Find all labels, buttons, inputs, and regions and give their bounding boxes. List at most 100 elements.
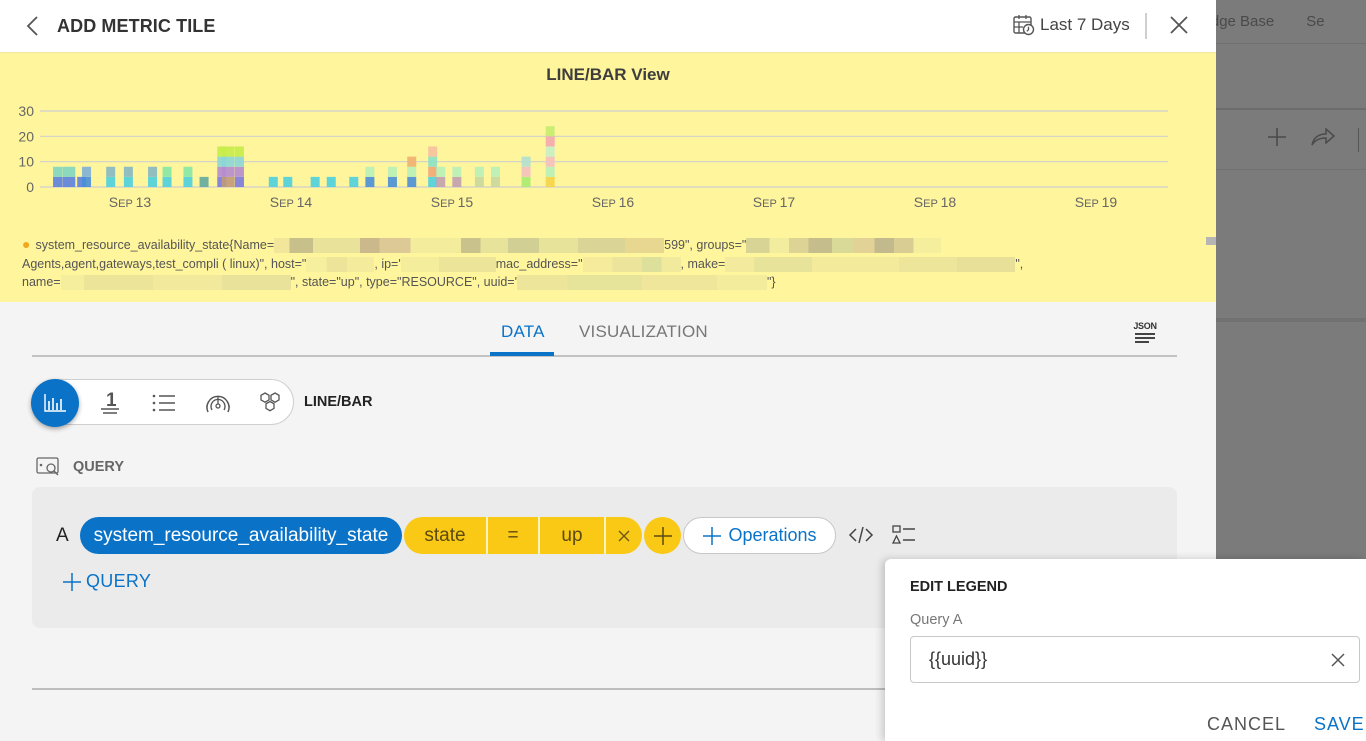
filter-operator[interactable]: = xyxy=(488,517,540,554)
bar-segment xyxy=(428,156,438,167)
plus-icon xyxy=(63,572,81,591)
operations-label: Operations xyxy=(728,525,817,545)
bar-segment xyxy=(521,166,531,177)
bar-chart-icon xyxy=(44,394,66,412)
legend-line-2: Agents,agent,gateways,test_compli ( linu… xyxy=(22,255,1172,274)
bar-segment xyxy=(365,176,375,187)
background-toolbar xyxy=(1216,110,1366,170)
filter-value[interactable]: up xyxy=(540,517,606,554)
bar-segment xyxy=(452,176,462,187)
selected-viz-label: LINE/BAR xyxy=(304,394,373,410)
json-line xyxy=(1135,337,1155,339)
bar-segment xyxy=(490,166,500,177)
bar-segment xyxy=(106,176,116,187)
json-line xyxy=(1135,341,1149,343)
query-search-icon xyxy=(36,457,59,476)
add-query-button[interactable]: QUERY xyxy=(62,571,151,592)
bar-segment xyxy=(545,166,555,177)
query-section-header: QUERY xyxy=(36,457,124,477)
bar-segment xyxy=(106,166,116,177)
bar-segment xyxy=(123,166,133,177)
bar-segment xyxy=(407,156,417,167)
bar-segment xyxy=(62,176,76,187)
filter-key[interactable]: state xyxy=(404,517,488,554)
bar-segment xyxy=(234,166,244,177)
bar-segment xyxy=(436,176,446,187)
remove-filter-button[interactable] xyxy=(606,517,642,554)
bar-segment xyxy=(82,176,92,187)
x-tick-label: SEP 17 xyxy=(753,194,796,210)
bar-segment xyxy=(183,166,193,177)
section-divider xyxy=(32,688,892,690)
bar-segment xyxy=(387,176,397,187)
redacted-value xyxy=(60,275,291,291)
viz-type-gauge[interactable] xyxy=(195,380,241,426)
json-line xyxy=(1135,333,1155,335)
query-section-title: QUERY xyxy=(73,459,125,475)
redacted-value xyxy=(306,256,375,272)
legend-input[interactable] xyxy=(911,637,1359,682)
legend-text: , ip=' xyxy=(374,256,401,271)
plus-icon xyxy=(653,526,672,545)
json-button[interactable]: JSON xyxy=(1132,321,1158,347)
y-tick-label: 10 xyxy=(18,154,34,170)
bar-segment xyxy=(62,166,76,177)
bar-segment xyxy=(452,166,462,177)
viz-type-list[interactable] xyxy=(141,380,187,426)
bar-segment xyxy=(268,176,278,187)
code-icon xyxy=(848,526,874,544)
bar-chart: 0 10 20 30 SEP 13 SEP 14 SEP 15 SEP 16 SEP 17 SEP… xyxy=(18,103,1168,210)
bar-segment xyxy=(310,176,320,187)
share-icon xyxy=(1310,126,1336,153)
redacted-value xyxy=(582,256,681,272)
query-letter: A xyxy=(56,525,69,546)
plus-icon xyxy=(703,526,722,545)
bar-segment xyxy=(474,166,484,177)
add-filter-button[interactable] xyxy=(644,517,681,554)
honeycomb-icon xyxy=(260,392,280,412)
bar-segment xyxy=(545,126,555,137)
legend-text: 599", groups=" xyxy=(664,238,747,252)
bar-segment xyxy=(53,166,63,177)
legend-scrollbar[interactable] xyxy=(1206,237,1216,245)
back-button[interactable] xyxy=(22,14,42,38)
legend-line-3: name= ", state="up", type="RESOURCE", uui… xyxy=(22,273,1172,292)
time-range-selector[interactable]: Last 7 Days xyxy=(1012,14,1130,36)
background-divider xyxy=(1216,318,1366,322)
bar-segment xyxy=(162,166,172,177)
close-button[interactable] xyxy=(1168,14,1190,36)
bar-segment xyxy=(326,176,336,187)
tab-data[interactable]: DATA xyxy=(501,322,545,342)
page-title: ADD METRIC TILE xyxy=(57,15,216,36)
bar-segment xyxy=(474,176,484,187)
clear-input-button[interactable] xyxy=(1327,649,1349,671)
plus-icon xyxy=(1266,126,1288,154)
x-tick-label: SEP 18 xyxy=(914,194,957,210)
viz-type-honeycomb[interactable] xyxy=(247,380,293,426)
viz-type-line-bar[interactable] xyxy=(31,379,79,427)
tab-visualization[interactable]: VISUALIZATION xyxy=(579,322,708,342)
chart-preview: LINE/BAR View 0 10 20 30 SEP 13 SEP 14 SEP 15 S… xyxy=(0,52,1216,302)
legend-text: name= xyxy=(22,275,61,289)
viz-type-single-value[interactable]: 1 xyxy=(87,380,133,426)
gauge-icon xyxy=(206,395,230,413)
code-view-button[interactable] xyxy=(848,524,876,548)
cancel-button[interactable]: CANCEL xyxy=(1207,714,1286,735)
time-range-label: Last 7 Days xyxy=(1040,15,1130,34)
y-tick-label: 20 xyxy=(18,128,34,144)
save-button[interactable]: SAVE xyxy=(1314,714,1365,735)
list-icon xyxy=(152,394,175,412)
bar-segment xyxy=(221,146,235,157)
tab-bar: DATA VISUALIZATION JSON xyxy=(32,318,1177,357)
legend-text: "} xyxy=(767,275,776,289)
operations-button[interactable]: Operations xyxy=(683,517,836,554)
bar-segment xyxy=(221,176,235,187)
close-icon xyxy=(1331,653,1345,667)
redacted-value xyxy=(746,238,942,254)
y-tick-label: 30 xyxy=(18,103,34,119)
metric-selector[interactable]: system_resource_availability_state xyxy=(80,517,402,554)
bar-segment xyxy=(545,136,555,147)
edit-legend-button[interactable] xyxy=(891,525,916,547)
filter-chip: state = up xyxy=(404,517,642,554)
redacted-value xyxy=(725,256,1016,272)
